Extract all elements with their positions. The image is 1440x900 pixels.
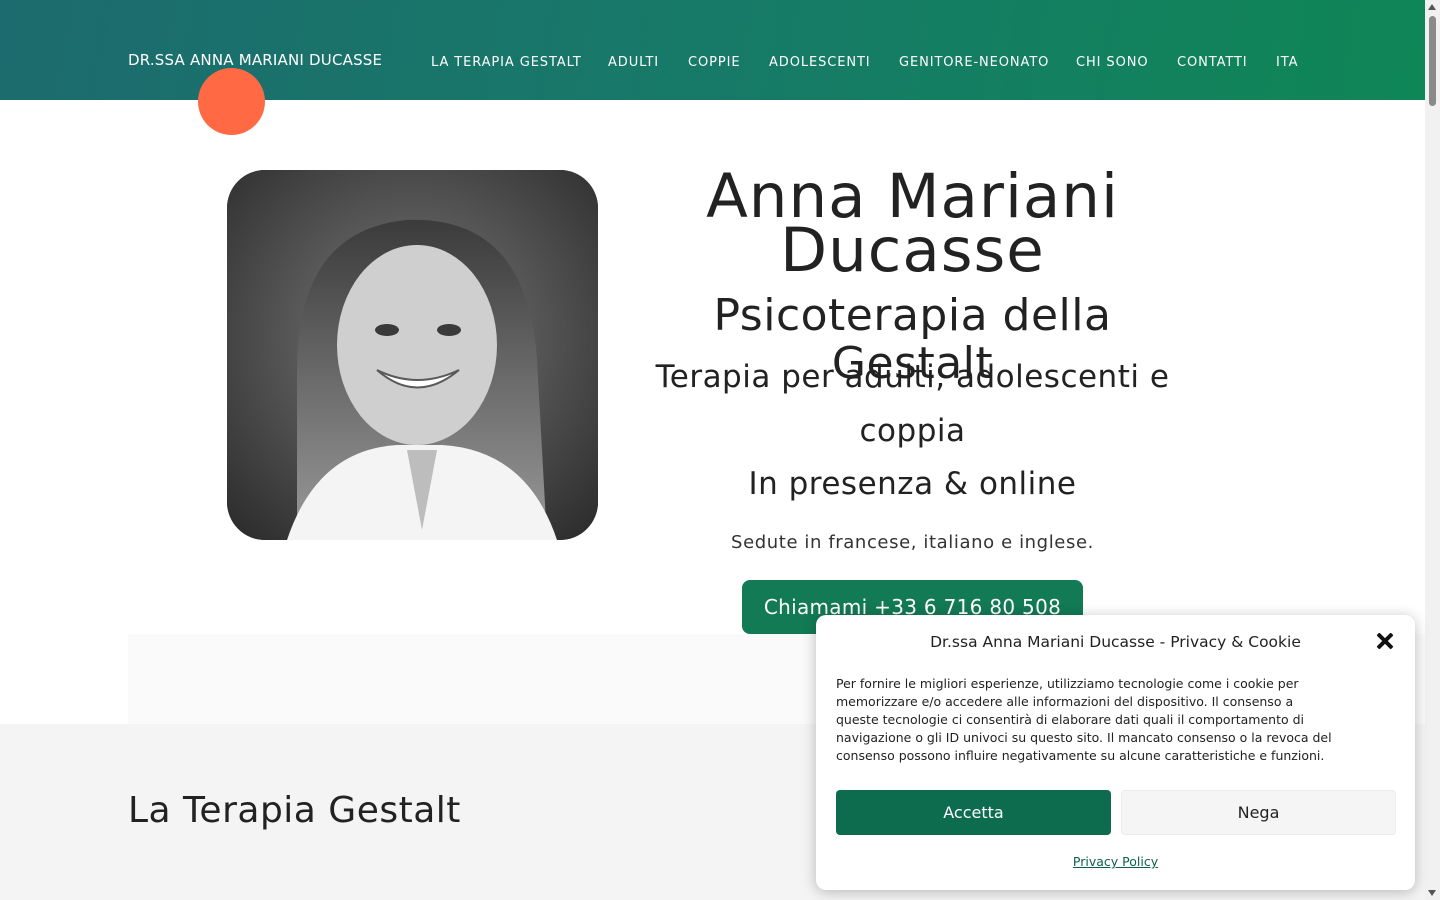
- scroll-up-arrow-icon[interactable]: [1428, 4, 1436, 10]
- hero-tagline: Terapia per adulti, adolescenti e coppia: [655, 359, 1170, 449]
- deny-button[interactable]: Nega: [1121, 790, 1396, 835]
- decorative-orange-circle: [198, 68, 265, 135]
- scroll-thumb[interactable]: [1429, 16, 1436, 106]
- nav-item-adolescenti[interactable]: ADOLESCENTI: [769, 55, 871, 70]
- nav-item-contatti[interactable]: CONTATTI: [1177, 55, 1248, 70]
- portrait-photo: [227, 170, 598, 540]
- scroll-down-arrow-icon[interactable]: [1428, 890, 1436, 896]
- page-scrollbar[interactable]: [1425, 0, 1440, 900]
- nav-item-terapia-gestalt[interactable]: LA TERAPIA GESTALT: [431, 55, 582, 70]
- accept-button[interactable]: Accetta: [836, 790, 1111, 835]
- nav-item-adulti[interactable]: ADULTI: [608, 55, 659, 70]
- nav-item-language[interactable]: ITA: [1276, 55, 1298, 70]
- portrait-illustration: [227, 170, 598, 540]
- cookie-dialog-title: Dr.ssa Anna Mariani Ducasse - Privacy & …: [930, 633, 1301, 651]
- section-title: La Terapia Gestalt: [128, 790, 461, 831]
- hero-languages: Sedute in francese, italiano e inglese.: [731, 532, 1094, 553]
- cookie-consent-dialog: Dr.ssa Anna Mariani Ducasse - Privacy & …: [816, 615, 1415, 890]
- privacy-policy-link[interactable]: Privacy Policy: [816, 854, 1415, 869]
- hero-name: Anna Mariani Ducasse: [706, 161, 1119, 286]
- hero-modes: In presenza & online: [748, 466, 1077, 502]
- close-icon[interactable]: [1376, 632, 1394, 650]
- nav-item-coppie[interactable]: COPPIE: [688, 55, 740, 70]
- nav-item-chi-sono[interactable]: CHI SONO: [1076, 55, 1148, 70]
- cookie-dialog-text: Per fornire le migliori esperienze, util…: [836, 676, 1332, 763]
- nav-item-genitore-neonato[interactable]: GENITORE-NEONATO: [899, 55, 1049, 70]
